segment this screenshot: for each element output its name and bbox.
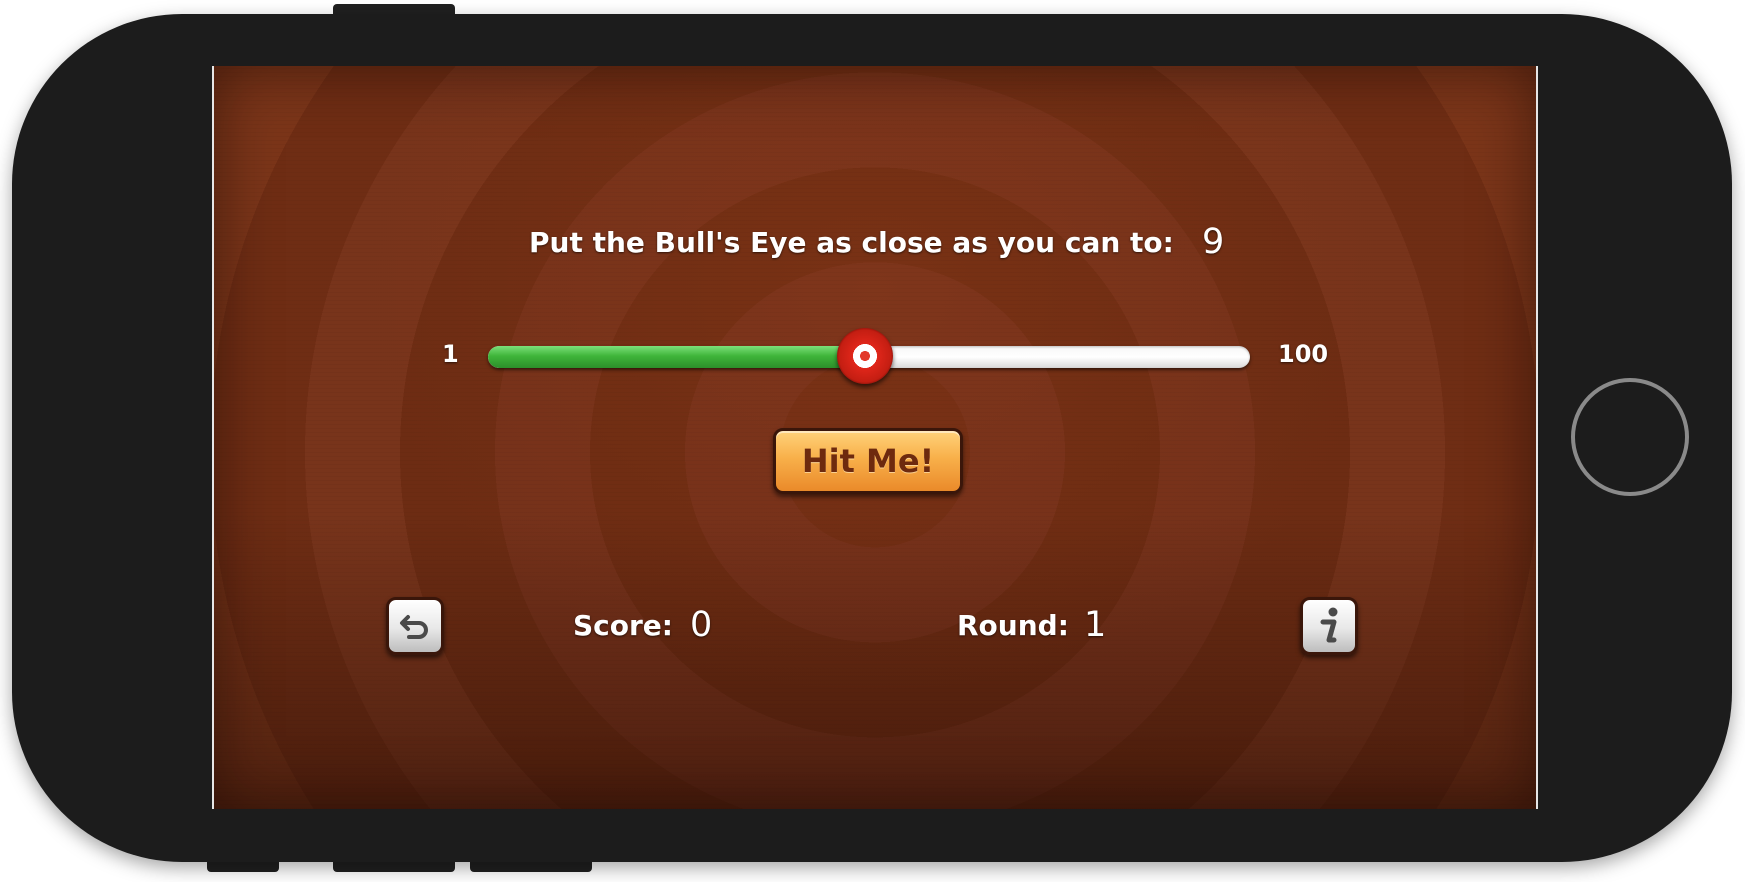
restart-arrow-icon	[400, 615, 428, 639]
slider-fill	[488, 346, 866, 368]
device-frame: Put the Bull's Eye as close as you can t…	[0, 0, 1745, 882]
slider-min-label: 1	[442, 340, 459, 368]
info-button[interactable]	[1300, 597, 1358, 655]
score-value: 0	[690, 605, 713, 645]
start-over-button[interactable]	[386, 597, 444, 655]
bullseye-slider-thumb[interactable]	[837, 328, 894, 384]
info-icon	[1320, 607, 1338, 643]
score-label: Score:	[573, 609, 673, 642]
home-button[interactable]	[1571, 378, 1689, 496]
slider-max-label: 100	[1278, 340, 1329, 368]
hit-me-button[interactable]: Hit Me!	[773, 428, 963, 494]
round-value: 1	[1084, 605, 1107, 645]
target-prompt-label: Put the Bull's Eye as close as you can t…	[529, 226, 1174, 259]
target-value: 9	[1202, 222, 1225, 262]
round-label: Round:	[957, 609, 1069, 642]
